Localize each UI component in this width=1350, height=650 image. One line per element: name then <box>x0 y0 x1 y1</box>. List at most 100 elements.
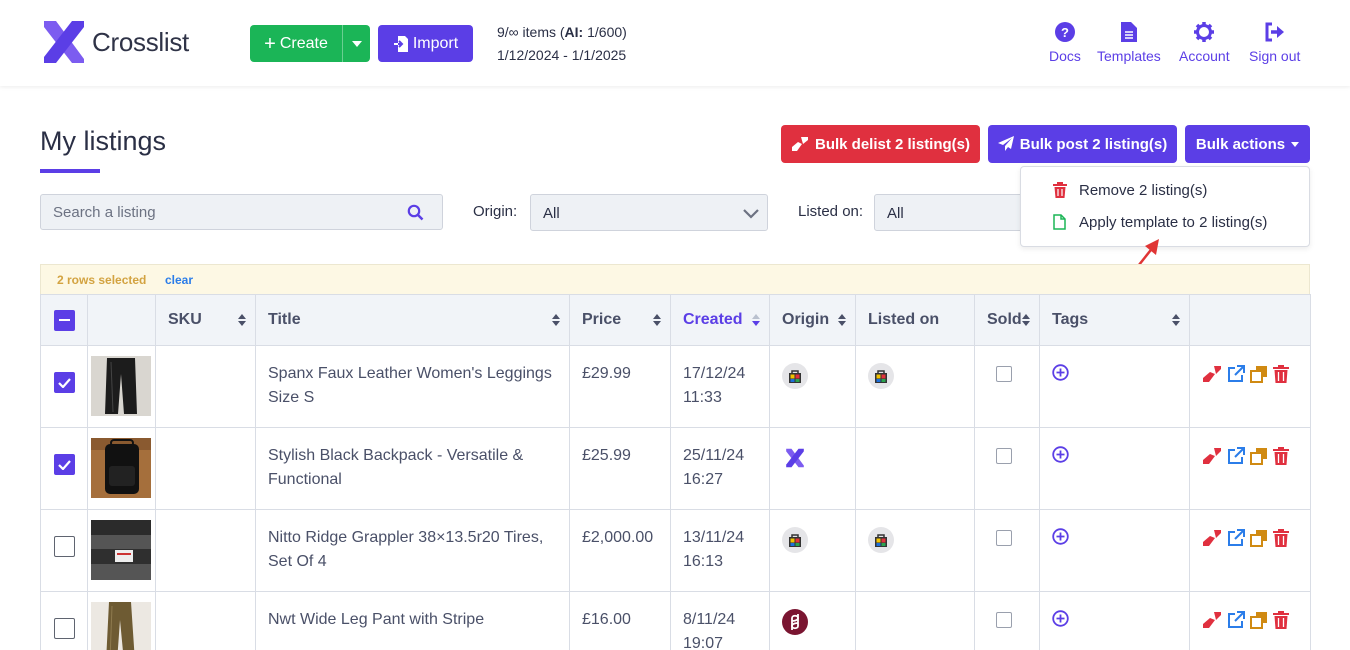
sort-icon <box>552 314 560 326</box>
external-link-icon[interactable] <box>1227 447 1245 465</box>
add-tag-icon[interactable] <box>1052 528 1069 545</box>
row-title-cell[interactable]: Nwt Wide Leg Pant with Stripe <box>255 591 570 650</box>
create-button-main[interactable]: + Create <box>250 25 342 62</box>
crosslist-logo[interactable]: Crosslist <box>40 17 189 67</box>
nav-sign-out[interactable]: Sign out <box>1249 22 1300 64</box>
nav-docs[interactable]: ? Docs <box>1049 22 1081 64</box>
caret-down-icon <box>1291 141 1300 147</box>
table-row: Spanx Faux Leather Women's Leggings Size… <box>40 345 1311 428</box>
clear-selection-link[interactable]: clear <box>165 273 193 287</box>
import-label: Import <box>412 34 459 52</box>
delist-icon[interactable] <box>1202 365 1222 383</box>
menu-apply-template-label: Apply template to 2 listing(s) <box>1079 213 1268 231</box>
add-tag-icon[interactable] <box>1052 364 1069 381</box>
sold-checkbox[interactable] <box>996 530 1012 546</box>
checkmark-icon <box>58 459 71 470</box>
external-link-icon[interactable] <box>1227 365 1245 383</box>
create-dropdown-toggle[interactable] <box>342 25 370 62</box>
table-row: Stylish Black Backpack - Versatile & Fun… <box>40 427 1311 510</box>
sold-checkbox[interactable] <box>996 612 1012 628</box>
external-link-icon[interactable] <box>1227 529 1245 547</box>
product-thumbnail[interactable] <box>91 602 151 650</box>
sold-checkbox[interactable] <box>996 448 1012 464</box>
listed-platform-badge[interactable] <box>868 527 894 553</box>
gear-icon <box>1194 22 1215 42</box>
row-select-cell <box>40 345 88 428</box>
delist-icon[interactable] <box>1202 611 1222 629</box>
delist-icon[interactable] <box>1202 447 1222 465</box>
duplicate-icon[interactable] <box>1250 447 1268 465</box>
nav-account[interactable]: Account <box>1179 22 1230 64</box>
bulk-actions-label: Bulk actions <box>1195 135 1286 153</box>
duplicate-icon[interactable] <box>1250 529 1268 547</box>
column-header-sold[interactable]: Sold <box>974 294 1040 346</box>
nav-templates[interactable]: Templates <box>1097 22 1161 64</box>
search-input[interactable]: Search a listing <box>40 194 443 230</box>
select-all-checkbox[interactable] <box>54 309 75 331</box>
delete-icon[interactable] <box>1273 529 1289 547</box>
menu-remove-label: Remove 2 listing(s) <box>1079 181 1208 199</box>
column-label: Title <box>268 311 301 328</box>
row-title[interactable]: Spanx Faux Leather Women's Leggings Size… <box>268 362 557 410</box>
product-thumbnail[interactable] <box>91 520 151 580</box>
column-header-price[interactable]: Price <box>569 294 671 346</box>
row-title[interactable]: Nwt Wide Leg Pant with Stripe <box>268 608 557 632</box>
row-checkbox[interactable] <box>54 372 75 393</box>
row-checkbox[interactable] <box>54 618 75 639</box>
selection-bar: 2 rows selected clear <box>40 264 1310 295</box>
row-checkbox[interactable] <box>54 536 75 557</box>
bulk-actions-menu: Remove 2 listing(s) Apply template to 2 … <box>1020 166 1310 247</box>
delete-icon[interactable] <box>1273 365 1289 383</box>
search-icon[interactable] <box>407 204 424 221</box>
row-checkbox[interactable] <box>54 454 75 475</box>
column-header-tags[interactable]: Tags <box>1039 294 1190 346</box>
bulk-actions-button[interactable]: Bulk actions <box>1185 125 1310 163</box>
delete-icon[interactable] <box>1273 447 1289 465</box>
plus-icon: + <box>264 32 276 55</box>
row-select-cell <box>40 509 88 592</box>
bulk-post-button[interactable]: Bulk post 2 listing(s) <box>988 125 1177 163</box>
delist-icon[interactable] <box>1202 529 1222 547</box>
row-listed-on-cell <box>855 345 975 428</box>
bulk-delist-button[interactable]: Bulk delist 2 listing(s) <box>781 125 980 163</box>
row-title-cell[interactable]: Nitto Ridge Grappler 38×13.5r20 Tires, S… <box>255 509 570 592</box>
duplicate-icon[interactable] <box>1250 365 1268 383</box>
row-created-time: 11:33 <box>683 389 722 406</box>
product-thumbnail[interactable] <box>91 438 151 498</box>
add-tag-icon[interactable] <box>1052 610 1069 627</box>
create-button[interactable]: + Create <box>250 25 370 62</box>
sold-checkbox[interactable] <box>996 366 1012 382</box>
row-price-cell: £2,000.00 <box>569 509 671 592</box>
column-header-created[interactable]: Created <box>670 294 770 346</box>
origin-label: Origin: <box>473 203 518 220</box>
row-listed-on-cell <box>855 509 975 592</box>
origin-select[interactable]: All <box>530 194 768 231</box>
row-title-cell[interactable]: Stylish Black Backpack - Versatile & Fun… <box>255 427 570 510</box>
column-header-title[interactable]: Title <box>255 294 570 346</box>
menu-remove-listings[interactable]: Remove 2 listing(s) <box>1053 178 1208 202</box>
origin-platform-badge <box>782 363 808 389</box>
menu-apply-template[interactable]: Apply template to 2 listing(s) <box>1053 210 1268 234</box>
product-thumbnail[interactable] <box>91 356 151 416</box>
external-link-icon[interactable] <box>1227 611 1245 629</box>
sort-icon <box>238 314 246 326</box>
actions-column-header <box>1189 294 1311 346</box>
row-image-cell <box>87 591 156 650</box>
row-price: £2,000.00 <box>582 529 654 546</box>
row-title[interactable]: Nitto Ridge Grappler 38×13.5r20 Tires, S… <box>268 526 557 574</box>
app-name: Crosslist <box>92 26 189 57</box>
column-header-sku[interactable]: SKU <box>155 294 256 346</box>
listed-platform-badge[interactable] <box>868 363 894 389</box>
search-placeholder: Search a listing <box>53 204 156 221</box>
row-title-cell[interactable]: Spanx Faux Leather Women's Leggings Size… <box>255 345 570 428</box>
row-title[interactable]: Stylish Black Backpack - Versatile & Fun… <box>268 444 557 492</box>
origin-platform-badge <box>782 445 808 471</box>
row-actions-cell <box>1189 509 1311 592</box>
caret-down-icon <box>351 40 362 47</box>
plan-period: 1/12/2024 - 1/1/2025 <box>497 47 627 63</box>
import-button[interactable]: Import <box>378 25 473 62</box>
column-header-origin[interactable]: Origin <box>769 294 856 346</box>
delete-icon[interactable] <box>1273 611 1289 629</box>
duplicate-icon[interactable] <box>1250 611 1268 629</box>
add-tag-icon[interactable] <box>1052 446 1069 463</box>
